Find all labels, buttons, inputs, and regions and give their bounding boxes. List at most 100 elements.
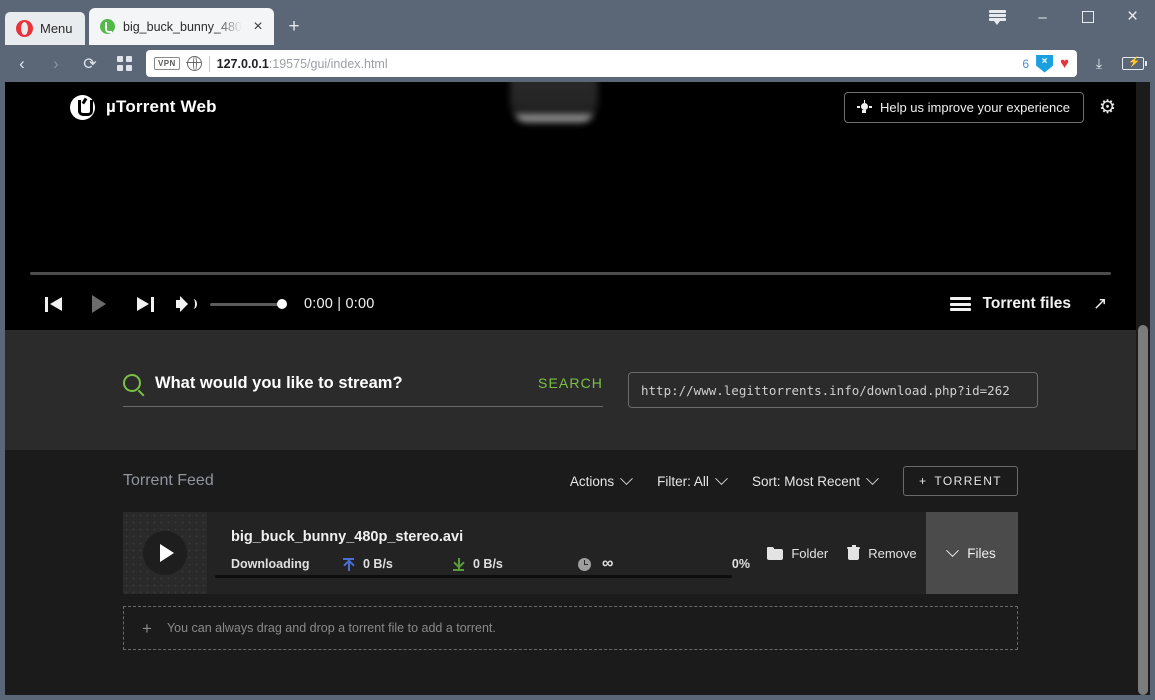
clock-icon (578, 557, 591, 571)
divider (208, 55, 210, 72)
close-window-button[interactable]: × (1110, 0, 1155, 34)
browser-toolbar: ‹ › ⟳ VPN 127.0.0.1:19575/gui/index.html… (0, 45, 1155, 82)
forward-button[interactable]: › (40, 49, 72, 79)
opera-menu-button[interactable]: Menu (5, 12, 85, 45)
menu-label: Menu (40, 21, 73, 36)
table-row[interactable]: big_buck_bunny_480p_stereo.avi Downloadi… (123, 512, 1018, 594)
torrent-actions: Folder Remove (758, 512, 926, 594)
play-icon (92, 295, 106, 313)
torrent-stats: Downloading 0 B/s 0 B/s ∞ 0% (231, 555, 758, 572)
previous-button[interactable] (30, 296, 76, 312)
minimize-button[interactable]: – (1020, 0, 1065, 34)
play-button[interactable] (76, 295, 122, 313)
feed-controls: Actions Filter: All Sort: Most Recent + … (570, 466, 1018, 496)
next-button[interactable] (122, 296, 168, 312)
new-tab-button[interactable]: + (280, 16, 308, 38)
eta-value: ∞ (602, 555, 614, 572)
torrent-feed-section: Torrent Feed Actions Filter: All Sort: M… (5, 450, 1136, 650)
search-icon (123, 374, 141, 392)
skip-previous-icon (44, 296, 62, 312)
torrent-thumbnail[interactable] (123, 512, 207, 594)
search-button[interactable]: SEARCH (538, 375, 603, 391)
upload-stat: 0 B/s (342, 557, 453, 571)
stack-glyph (989, 10, 1006, 25)
plus-icon: + (918, 474, 928, 488)
feedback-label: Help us improve your experience (879, 99, 1070, 115)
shield-x: × (1041, 55, 1048, 67)
vpn-badge[interactable]: VPN (154, 57, 180, 70)
page-scrollbar[interactable] (1136, 82, 1150, 695)
mute-button[interactable] (168, 296, 204, 312)
back-button[interactable]: ‹ (6, 49, 38, 79)
url-host: 127.0.0.1 (216, 56, 269, 71)
search-section: What would you like to stream? SEARCH ht… (5, 330, 1136, 450)
chevron-down-icon (866, 471, 879, 485)
player-right-actions: Torrent files ↗ (949, 295, 1111, 313)
stream-search[interactable]: What would you like to stream? SEARCH (123, 374, 603, 407)
tab-stack-icon[interactable] (975, 0, 1020, 34)
reload-button[interactable]: ⟳ (74, 49, 106, 79)
search-input[interactable]: What would you like to stream? (155, 374, 524, 393)
fullscreen-icon[interactable]: ↗ (1093, 295, 1111, 313)
folder-icon (767, 546, 784, 560)
download-speed: 0 B/s (473, 557, 503, 571)
battery-glyph: ⚡ (1122, 57, 1147, 70)
add-torrent-button[interactable]: + TORRENT (902, 466, 1018, 496)
actions-dropdown[interactable]: Actions (569, 471, 634, 489)
lightbulb-icon (856, 99, 872, 114)
drag-drop-zone[interactable]: + You can always drag and drop a torrent… (123, 606, 1018, 650)
url-path: :19575/gui/index.html (268, 56, 388, 71)
maximize-button[interactable] (1065, 0, 1110, 34)
volume-slider[interactable] (210, 299, 287, 309)
progress-percent: 0% (731, 557, 750, 571)
url-text: 127.0.0.1:19575/gui/index.html (217, 57, 1016, 71)
sort-label: Sort: Most Recent (751, 473, 860, 489)
player-controls: 0:00 | 0:00 Torrent files ↗ (5, 272, 1136, 330)
feed-toolbar: Torrent Feed Actions Filter: All Sort: M… (123, 450, 1018, 512)
battery-saver-icon[interactable]: ⚡ (1117, 49, 1149, 79)
seek-bar[interactable] (30, 272, 1111, 275)
remove-label: Remove (868, 545, 917, 561)
filter-label: Filter: All (657, 473, 709, 489)
volume-knob[interactable] (277, 299, 287, 309)
brand: µTorrent Web (70, 94, 217, 120)
files-label: Files (967, 545, 996, 561)
filter-dropdown[interactable]: Filter: All (657, 471, 728, 489)
play-icon[interactable] (143, 531, 187, 575)
speed-dial-button[interactable] (108, 49, 140, 79)
battery-bolt: ⚡ (1128, 57, 1141, 68)
list-icon (949, 297, 971, 311)
actions-label: Actions (569, 473, 615, 489)
page-viewport: µTorrent Web Help us improve your experi… (5, 82, 1150, 695)
ad-blocker-shield-icon[interactable]: × (1036, 54, 1054, 73)
volume-icon (175, 296, 197, 312)
add-torrent-label: TORRENT (934, 474, 1002, 488)
sort-dropdown[interactable]: Sort: Most Recent (751, 471, 879, 489)
remove-torrent-button[interactable]: Remove (847, 544, 917, 561)
blocked-count: 6 (1022, 56, 1030, 71)
gear-icon[interactable]: ⚙ (1099, 98, 1118, 117)
player-control-row: 0:00 | 0:00 Torrent files ↗ (30, 286, 1111, 322)
maximize-icon (1081, 11, 1094, 23)
files-toggle-button[interactable]: Files (926, 512, 1018, 594)
close-tab-icon[interactable]: × (250, 18, 266, 35)
scrollbar-thumb[interactable] (1138, 325, 1148, 695)
feed-title: Torrent Feed (123, 472, 214, 489)
download-stat: 0 B/s (452, 557, 578, 571)
video-player[interactable]: µTorrent Web Help us improve your experi… (5, 82, 1136, 330)
status-badge: Downloading (231, 557, 310, 571)
heart-icon[interactable]: ♥ (1060, 55, 1069, 72)
address-bar[interactable]: VPN 127.0.0.1:19575/gui/index.html 6 × ♥ (146, 50, 1077, 77)
downloads-icon[interactable]: ⤓ (1083, 49, 1115, 79)
eta-stat: ∞ (578, 555, 702, 572)
torrent-info: big_buck_bunny_480p_stereo.avi Downloadi… (207, 512, 758, 594)
tab-title: big_buck_bunny_480p_ste (123, 19, 242, 34)
download-arrow-icon (452, 557, 465, 571)
feedback-button[interactable]: Help us improve your experience (843, 91, 1084, 123)
browser-tab[interactable]: big_buck_bunny_480p_ste × (89, 8, 274, 45)
torrent-url-input[interactable]: http://www.legittorrents.info/download.p… (628, 372, 1038, 408)
skip-next-icon (136, 296, 154, 312)
utorrent-logo-icon (70, 94, 95, 120)
torrent-files-button[interactable]: Torrent files (949, 295, 1071, 313)
open-folder-button[interactable]: Folder (767, 546, 828, 561)
